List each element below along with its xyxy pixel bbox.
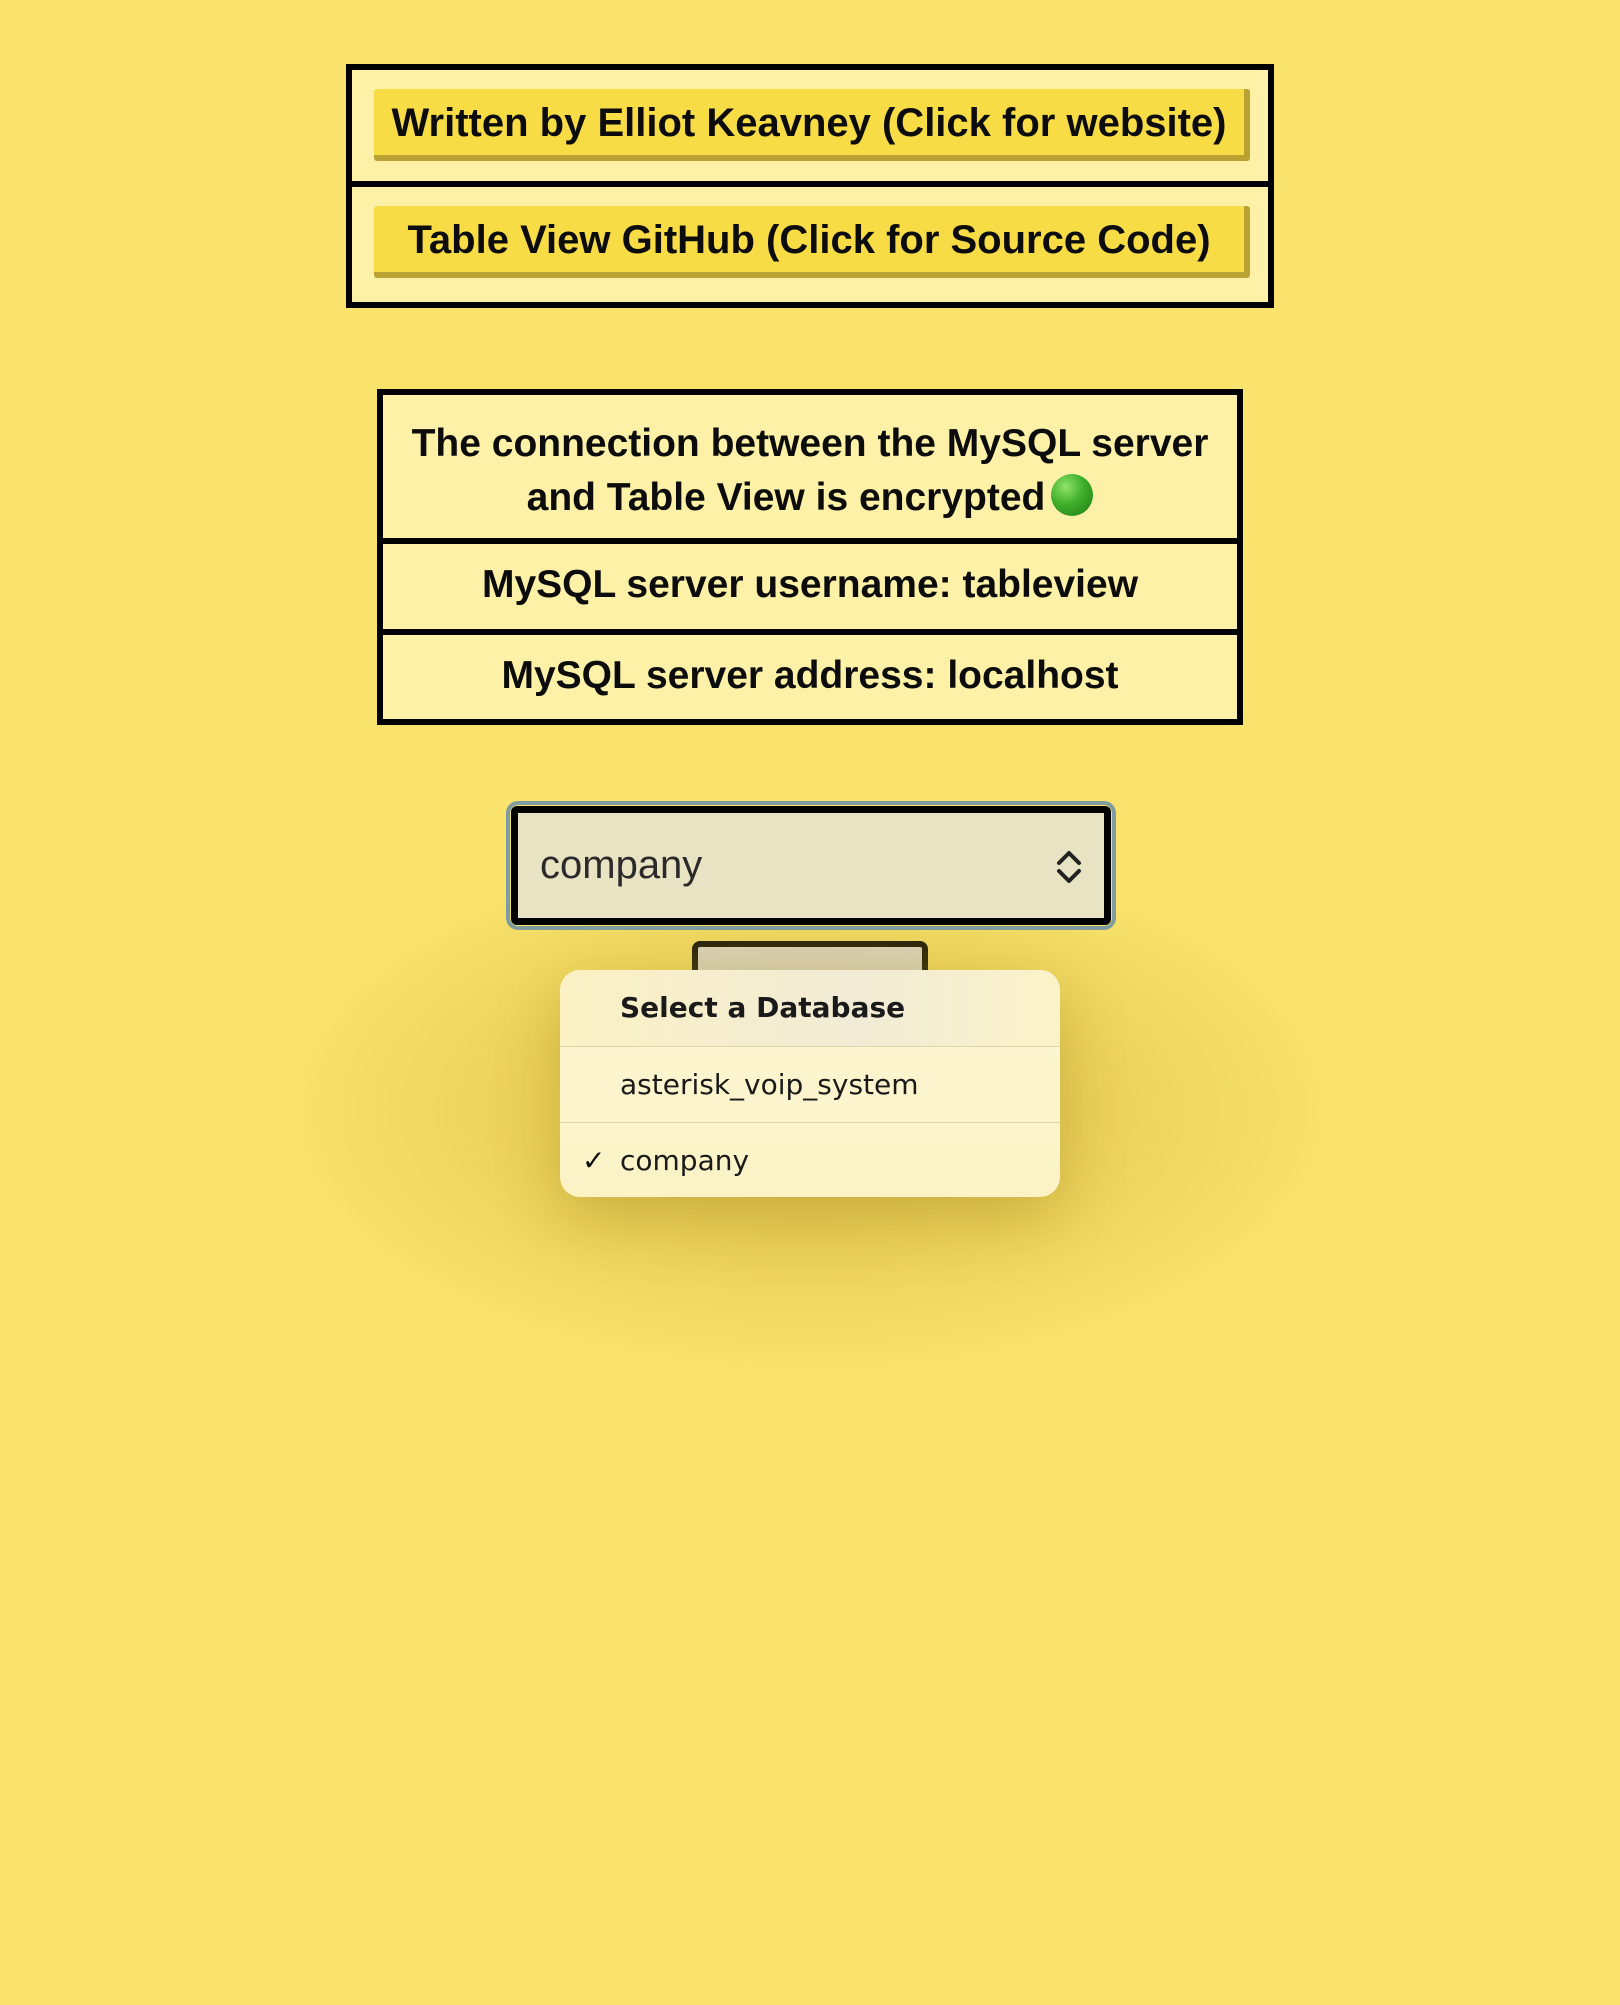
dropdown-option-asterisk[interactable]: asterisk_voip_system <box>560 1046 1060 1122</box>
chevron-up-down-icon <box>1057 851 1081 883</box>
encryption-status: The connection between the MySQL server … <box>383 395 1237 544</box>
author-row: Written by Elliot Keavney (Click for web… <box>352 70 1268 187</box>
github-source-button[interactable]: Table View GitHub (Click for Source Code… <box>374 206 1250 278</box>
encryption-status-line2: and Table View is encrypted <box>526 476 1046 519</box>
encryption-status-line1: The connection between the MySQL server <box>411 422 1209 465</box>
database-select-value: company <box>540 843 703 887</box>
option-label: company <box>620 1144 750 1177</box>
checkmark-icon: ✓ <box>582 1144 606 1177</box>
page: Written by Elliot Keavney (Click for web… <box>0 0 1620 2005</box>
dropdown-option-company[interactable]: ✓ company <box>560 1122 1060 1197</box>
dropdown-option-placeholder[interactable]: Select a Database <box>560 970 1060 1046</box>
author-website-button[interactable]: Written by Elliot Keavney (Click for web… <box>374 89 1250 161</box>
server-address: MySQL server address: localhost <box>501 654 1119 697</box>
option-label: Select a Database <box>620 991 906 1024</box>
green-circle-icon <box>1051 474 1094 516</box>
database-dropdown-menu: Select a Database asterisk_voip_system ✓… <box>560 970 1060 1197</box>
option-label: asterisk_voip_system <box>620 1068 919 1101</box>
server-username: MySQL server username: tableview <box>383 544 1237 635</box>
connection-info-panel: The connection between the MySQL server … <box>377 389 1243 725</box>
links-panel: Written by Elliot Keavney (Click for web… <box>346 64 1274 308</box>
github-row: Table View GitHub (Click for Source Code… <box>352 187 1268 302</box>
database-select[interactable]: company <box>511 806 1111 925</box>
